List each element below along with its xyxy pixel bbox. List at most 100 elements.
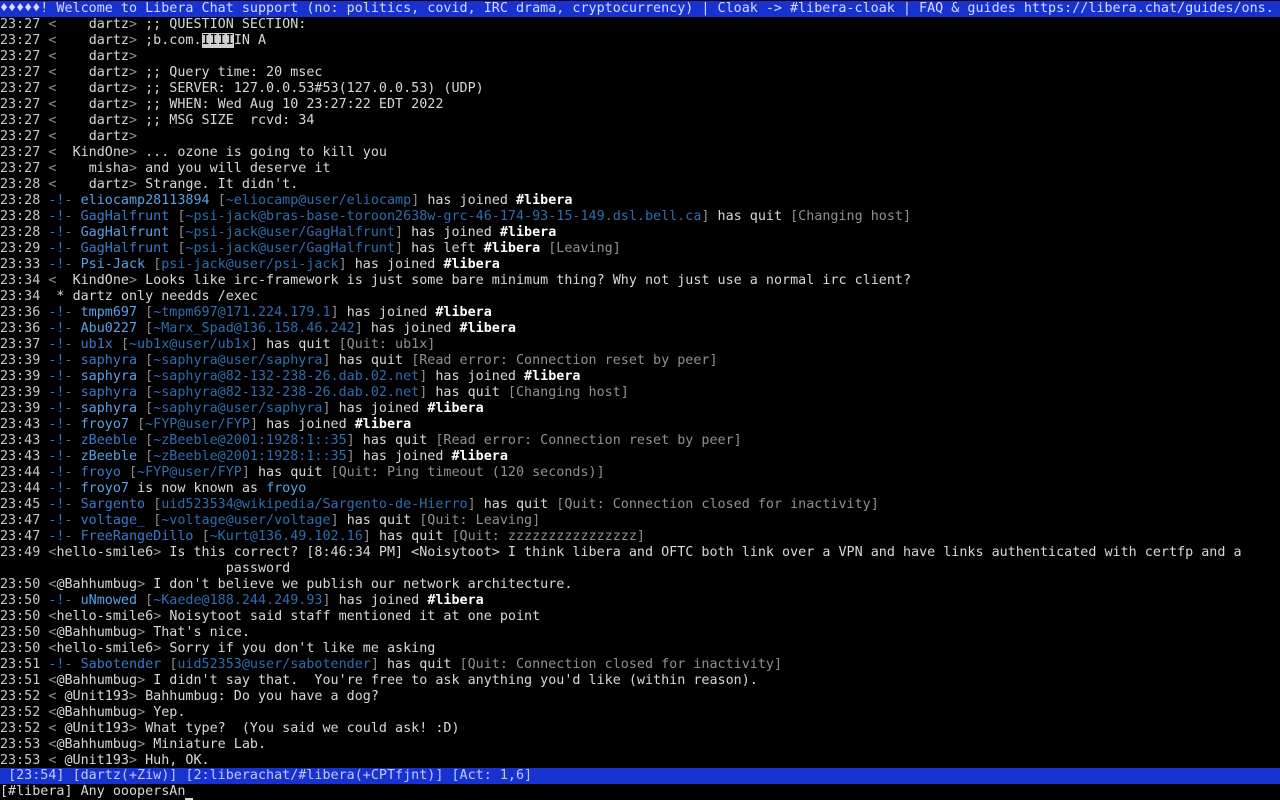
host-bracket: ] [330, 305, 347, 320]
timestamp: 23:50 [0, 625, 41, 640]
nick: saphyra [80, 385, 138, 400]
chat-buffer[interactable]: 23:27 < dartz> ;; QUESTION SECTION: 23:27… [0, 17, 1280, 769]
nick-bracket-close: > [137, 673, 154, 688]
user-host: uid52353@user/sabotender [177, 657, 371, 672]
nick-bracket-open: < [48, 161, 89, 176]
nick: dartz [88, 33, 129, 48]
nick-bracket-close: > [129, 129, 146, 144]
nick-bracket-open: < [48, 129, 89, 144]
nick: @Bahhumbug [56, 577, 138, 592]
chat-line: 23:43 -!- zBeeble [~zBeeble@2001:1928:1:… [0, 433, 1280, 449]
nick: Psi-Jack [80, 257, 146, 272]
message-text: Yep. [153, 705, 186, 720]
nick: @Bahhumbug [56, 625, 138, 640]
chat-line: 23:52 < @Unit193> Bahhumbug: Do you have… [0, 689, 1280, 705]
user-host: ~Marx_Spad@136.158.46.242 [153, 321, 355, 336]
message-text: Miniature Lab. [153, 737, 267, 752]
user-host: ~tmpm697@171.224.179.1 [153, 305, 331, 320]
nick-bracket-close: > [129, 145, 146, 160]
timestamp: 23:50 [0, 609, 41, 624]
channel-topic-bar: ♦♦♦♦♦! Welcome to Libera Chat support (n… [0, 1, 1280, 17]
action-marker: * [48, 289, 73, 304]
nick: zBeeble [80, 449, 138, 464]
nick-bracket-close: > [153, 545, 170, 560]
timestamp: 23:39 [0, 385, 41, 400]
message-text: I didn't say that. You're free to ask an… [153, 673, 758, 688]
timestamp: 23:34 [0, 289, 41, 304]
quit-reason: [Quit: zzzzzzzzzzzzzzzz] [451, 529, 645, 544]
timestamp: 23:39 [0, 353, 41, 368]
message-text: Looks like irc-framework is just some ba… [145, 273, 912, 288]
message-text: Huh, OK. [145, 753, 210, 768]
nick: eliocamp28113894 [80, 193, 210, 208]
channel-name: #libera [516, 193, 573, 208]
nick: dartz [88, 113, 129, 128]
message-text: ;; SERVER: 127.0.0.53#53(127.0.0.53) (UD… [145, 81, 484, 96]
chat-line: 23:29 -!- GagHalfrunt [~psi-jack@user/Ga… [0, 241, 1280, 257]
chat-line: 23:39 -!- saphyra [~saphyra@user/saphyra… [0, 401, 1280, 417]
nick-bracket-open: < [48, 689, 65, 704]
chat-line: 23:50 <hello-smile6> Noisytoot said staf… [0, 609, 1280, 625]
nick: voltage_ [80, 513, 146, 528]
event-marker: -!- [48, 481, 81, 496]
user-host: ~Kaede@188.244.249.93 [153, 593, 323, 608]
event-verb: has joined [370, 321, 452, 336]
message-text: ;; WHEN: Wed Aug 10 23:27:22 EDT 2022 [145, 97, 444, 112]
host-bracket: [ [145, 401, 154, 416]
nick-bracket-close: > [129, 177, 146, 192]
event-marker: -!- [48, 497, 81, 512]
input-line[interactable]: [#libera] Any ooopersAn [0, 784, 1280, 800]
timestamp: 23:27 [0, 97, 41, 112]
nick: @Unit193 [64, 689, 130, 704]
quit-reason: [Read error: Connection reset by peer] [411, 353, 718, 368]
event-marker: -!- [48, 305, 81, 320]
timestamp: 23:29 [0, 241, 41, 256]
host-bracket: ] [322, 593, 339, 608]
channel-name: #libera [427, 593, 484, 608]
chat-line: 23:47 -!- voltage_ [~voltage@user/voltag… [0, 513, 1280, 529]
event-marker: -!- [48, 369, 81, 384]
chat-line: 23:27 < dartz> [0, 49, 1280, 65]
host-bracket: ] [362, 529, 379, 544]
timestamp: 23:33 [0, 257, 41, 272]
user-host: ~zBeeble@2001:1928:1::35 [153, 433, 347, 448]
new-nick: froyo [266, 481, 307, 496]
nick: KindOne [72, 145, 129, 160]
event-verb: has joined [346, 305, 428, 320]
host-bracket: ] [346, 433, 363, 448]
chat-line: password [0, 561, 1280, 577]
message-text: Is this correct? [8:46:34 PM] <Noisytoot… [169, 545, 1242, 560]
timestamp: 23:52 [0, 689, 41, 704]
old-nick: froyo7 [80, 481, 129, 496]
event-marker: -!- [48, 241, 81, 256]
message-text: IN A [233, 33, 267, 48]
event-verb: has quit [378, 529, 444, 544]
timestamp: 23:28 [0, 209, 41, 224]
chat-line: 23:36 -!- Abu0227 [~Marx_Spad@136.158.46… [0, 321, 1280, 337]
chat-line: 23:27 < dartz> [0, 129, 1280, 145]
timestamp: 23:43 [0, 449, 41, 464]
nick: @Bahhumbug [56, 673, 138, 688]
user-host: ~FYP@user/FYP [145, 417, 250, 432]
channel-name: #libera [354, 417, 412, 432]
message-text: That's nice. [153, 625, 250, 640]
timestamp: 23:53 [0, 753, 41, 768]
nick: saphyra [80, 401, 138, 416]
user-host: ~Kurt@136.49.102.16 [209, 529, 363, 544]
timestamp: 23:52 [0, 721, 41, 736]
chat-line: 23:33 -!- Psi-Jack [psi-jack@user/psi-ja… [0, 257, 1280, 273]
chat-line: 23:44 -!- froyo7 is now known as froyo [0, 481, 1280, 497]
nick: GagHalfrunt [80, 241, 170, 256]
host-bracket: ] [701, 209, 718, 224]
timestamp: 23:27 [0, 113, 41, 128]
nick: dartz [88, 97, 129, 112]
chat-line: 23:27 < dartz> ;b.com.IIIIIN A [0, 33, 1280, 49]
event-marker: -!- [48, 385, 81, 400]
timestamp: 23:27 [0, 145, 41, 160]
timestamp: 23:51 [0, 657, 41, 672]
highlighted-text: IIII [201, 33, 234, 48]
event-marker: -!- [48, 433, 81, 448]
nick-bracket-close: > [129, 161, 146, 176]
host-bracket: [ [129, 465, 138, 480]
input-text[interactable]: Any ooopersAn [81, 784, 186, 799]
